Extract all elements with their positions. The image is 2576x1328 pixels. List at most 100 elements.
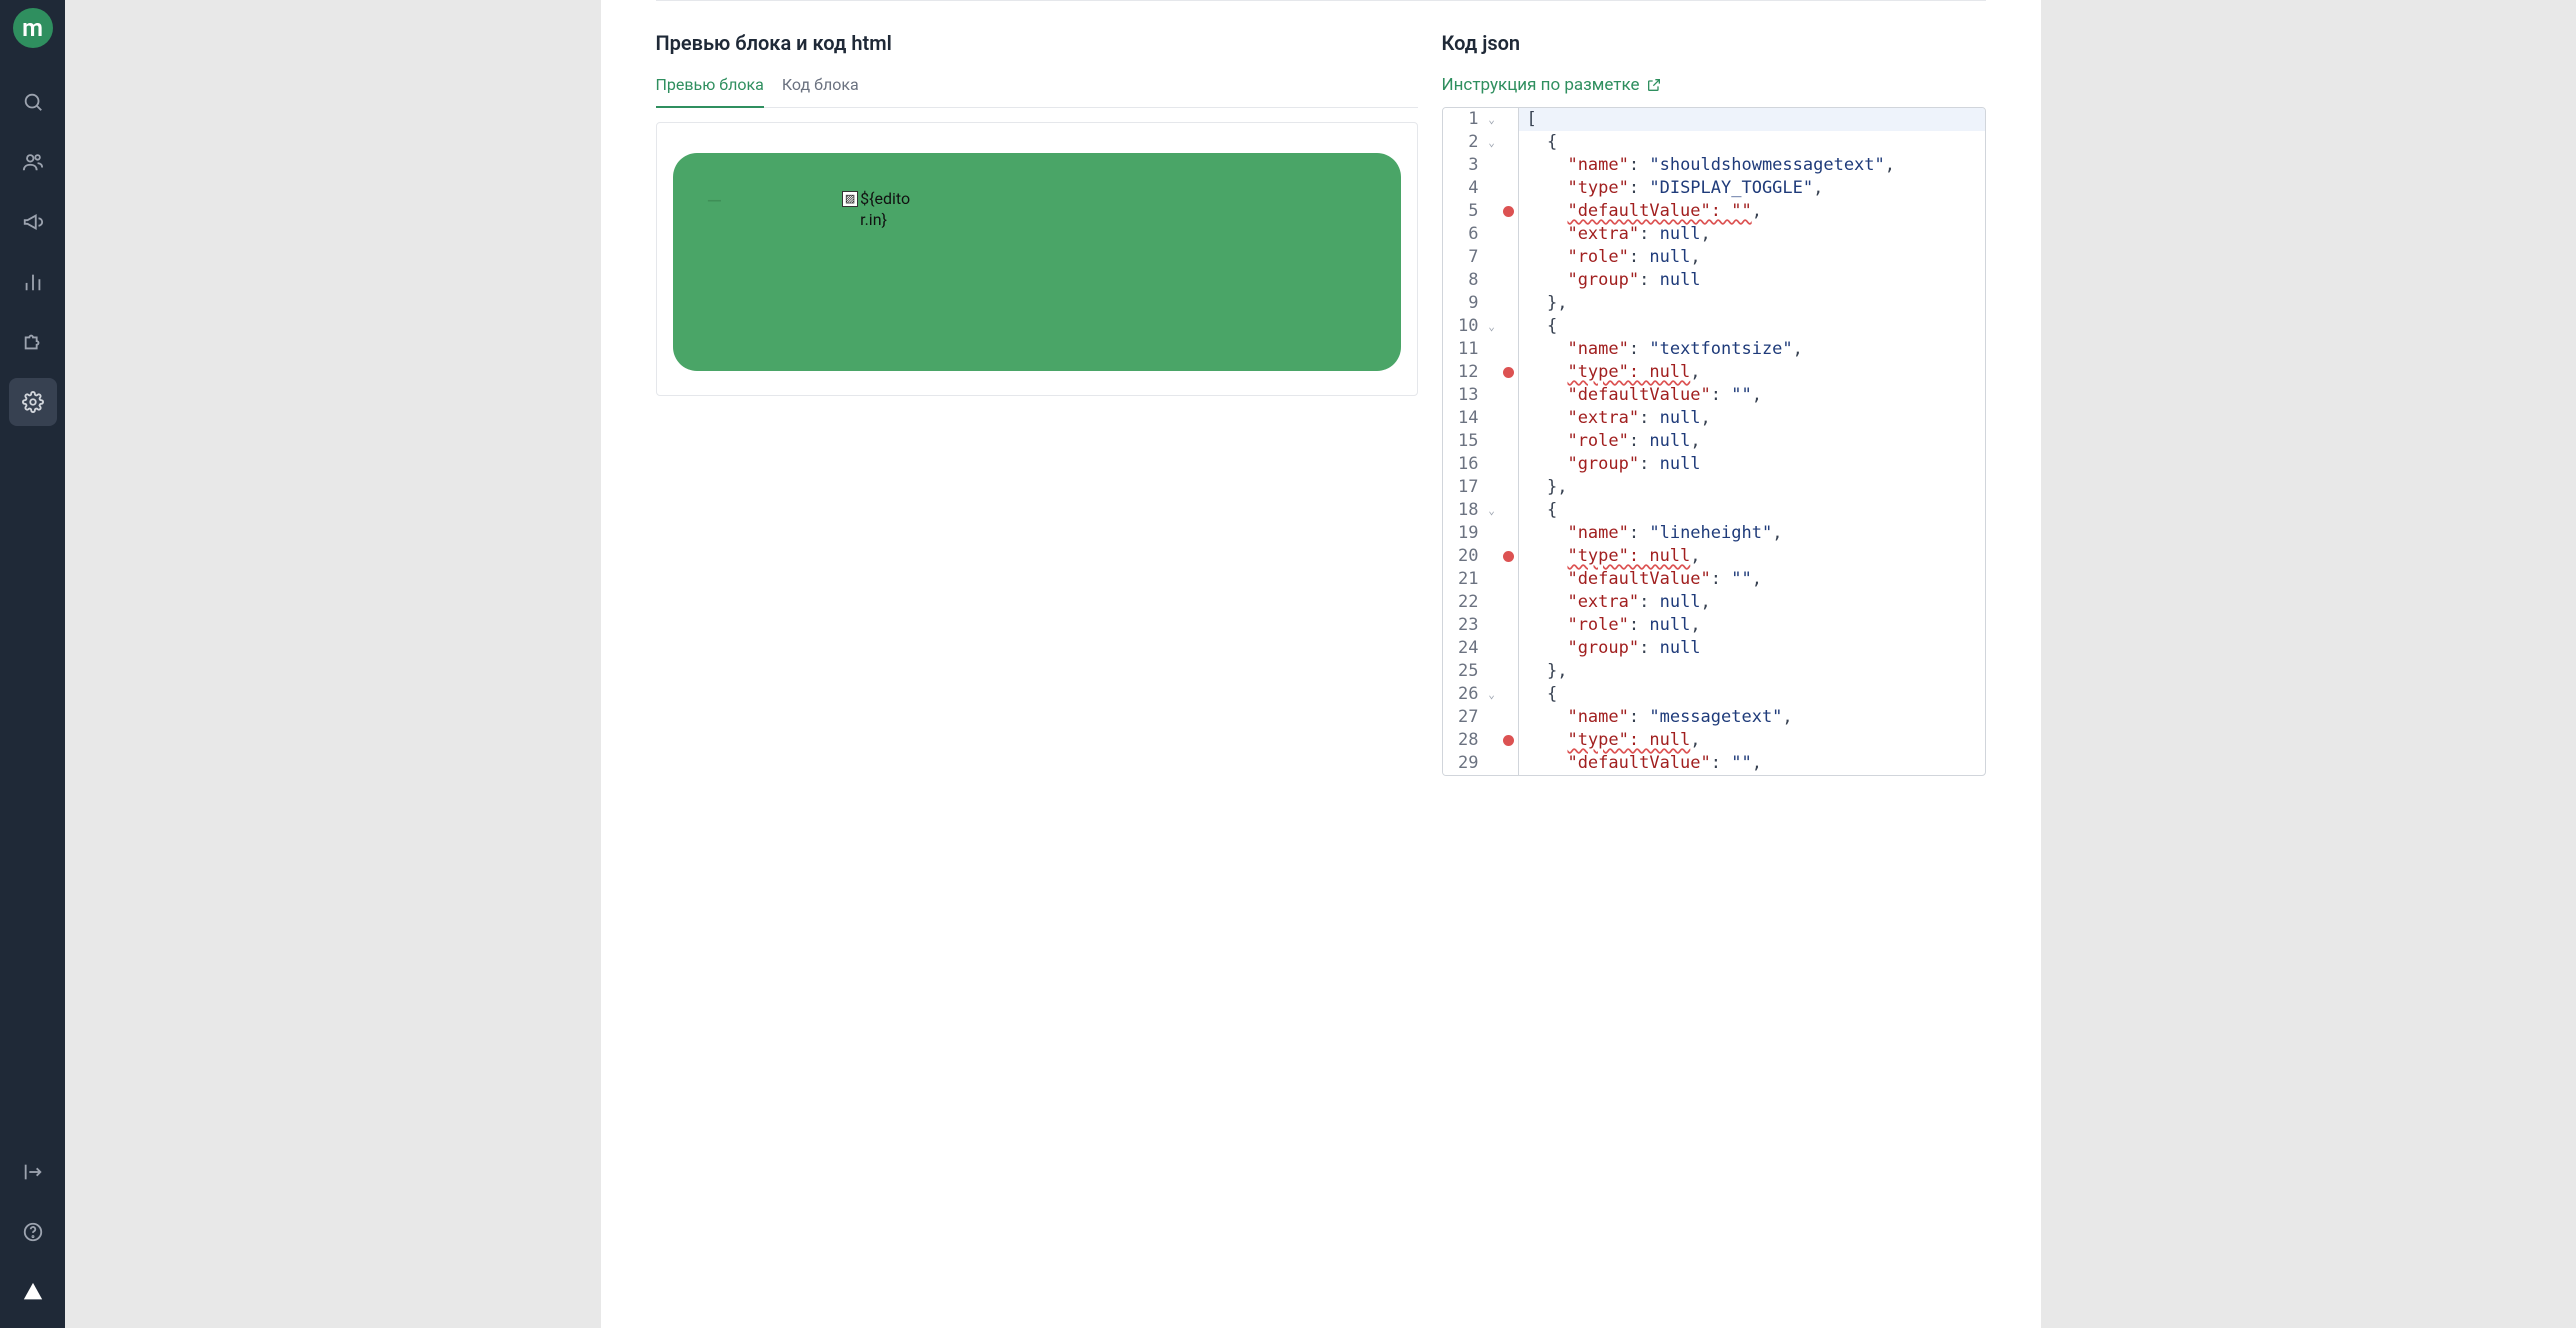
code-line[interactable]: 19 "name": "lineheight", xyxy=(1443,522,1985,545)
code-content[interactable]: "role": null, xyxy=(1519,246,1985,269)
code-line[interactable]: 20 "type": null, xyxy=(1443,545,1985,568)
line-number: 21 xyxy=(1443,568,1485,591)
code-content[interactable]: "defaultValue": "", xyxy=(1519,384,1985,407)
code-content[interactable]: { xyxy=(1519,315,1985,338)
line-number: 16 xyxy=(1443,453,1485,476)
code-content[interactable]: }, xyxy=(1519,476,1985,499)
code-content[interactable]: "name": "shouldshowmessagetext", xyxy=(1519,154,1985,177)
tab-preview[interactable]: Превью блока xyxy=(656,75,764,108)
fold-toggle-icon xyxy=(1485,752,1499,775)
nav-chart-icon[interactable] xyxy=(9,258,57,306)
nav-alert-icon[interactable] xyxy=(9,1268,57,1316)
code-line[interactable]: 8 "group": null xyxy=(1443,269,1985,292)
code-line[interactable]: 27 "name": "messagetext", xyxy=(1443,706,1985,729)
code-content[interactable]: "defaultValue": "", xyxy=(1519,752,1985,775)
code-line[interactable]: 13 "defaultValue": "", xyxy=(1443,384,1985,407)
code-line[interactable]: 15 "role": null, xyxy=(1443,430,1985,453)
code-line[interactable]: 22 "extra": null, xyxy=(1443,591,1985,614)
code-content[interactable]: "role": null, xyxy=(1519,614,1985,637)
code-content[interactable]: "defaultValue": "", xyxy=(1519,568,1985,591)
preview-tabs: Превью блока Код блока xyxy=(656,75,1418,108)
code-content[interactable]: "type": "DISPLAY_TOGGLE", xyxy=(1519,177,1985,200)
fold-toggle-icon[interactable]: ⌄ xyxy=(1485,315,1499,338)
fold-toggle-icon xyxy=(1485,706,1499,729)
fold-toggle-icon[interactable]: ⌄ xyxy=(1485,108,1499,131)
code-content[interactable]: "extra": null, xyxy=(1519,223,1985,246)
error-gutter xyxy=(1499,131,1519,154)
fold-toggle-icon xyxy=(1485,476,1499,499)
fold-toggle-icon xyxy=(1485,614,1499,637)
nav-help-icon[interactable] xyxy=(9,1208,57,1256)
nav-puzzle-icon[interactable] xyxy=(9,318,57,366)
code-line[interactable]: 25 }, xyxy=(1443,660,1985,683)
code-line[interactable]: 18⌄ { xyxy=(1443,499,1985,522)
json-code-editor[interactable]: 1⌄[2⌄ {3 "name": "shouldshowmessagetext"… xyxy=(1442,107,1986,776)
line-number: 26 xyxy=(1443,683,1485,706)
error-gutter xyxy=(1499,154,1519,177)
code-content[interactable]: "type": null, xyxy=(1519,545,1985,568)
code-line[interactable]: 16 "group": null xyxy=(1443,453,1985,476)
code-line[interactable]: 10⌄ { xyxy=(1443,315,1985,338)
nav-settings-icon[interactable] xyxy=(9,378,57,426)
error-gutter xyxy=(1499,384,1519,407)
code-line[interactable]: 26⌄ { xyxy=(1443,683,1985,706)
code-content[interactable]: }, xyxy=(1519,660,1985,683)
preview-section-title: Превью блока и код html xyxy=(656,31,1418,55)
code-content[interactable]: "name": "textfontsize", xyxy=(1519,338,1985,361)
nav-logout-icon[interactable] xyxy=(9,1148,57,1196)
code-line[interactable]: 28 "type": null, xyxy=(1443,729,1985,752)
code-line[interactable]: 4 "type": "DISPLAY_TOGGLE", xyxy=(1443,177,1985,200)
code-line[interactable]: 9 }, xyxy=(1443,292,1985,315)
code-line[interactable]: 17 }, xyxy=(1443,476,1985,499)
error-gutter xyxy=(1499,453,1519,476)
code-content[interactable]: "group": null xyxy=(1519,453,1985,476)
code-line[interactable]: 3 "name": "shouldshowmessagetext", xyxy=(1443,154,1985,177)
preview-dash: — xyxy=(707,189,723,213)
code-line[interactable]: 2⌄ { xyxy=(1443,131,1985,154)
fold-toggle-icon[interactable]: ⌄ xyxy=(1485,499,1499,522)
code-content[interactable]: "extra": null, xyxy=(1519,591,1985,614)
code-content[interactable]: { xyxy=(1519,131,1985,154)
code-line[interactable]: 5 "defaultValue": "", xyxy=(1443,200,1985,223)
fold-toggle-icon[interactable]: ⌄ xyxy=(1485,131,1499,154)
code-line[interactable]: 12 "type": null, xyxy=(1443,361,1985,384)
code-line[interactable]: 21 "defaultValue": "", xyxy=(1443,568,1985,591)
error-gutter xyxy=(1499,499,1519,522)
fold-toggle-icon xyxy=(1485,384,1499,407)
code-line[interactable]: 29 "defaultValue": "", xyxy=(1443,752,1985,775)
code-content[interactable]: "type": null, xyxy=(1519,729,1985,752)
fold-toggle-icon[interactable]: ⌄ xyxy=(1485,683,1499,706)
code-content[interactable]: }, xyxy=(1519,292,1985,315)
error-gutter xyxy=(1499,706,1519,729)
error-gutter xyxy=(1499,292,1519,315)
code-content[interactable]: { xyxy=(1519,683,1985,706)
code-content[interactable]: { xyxy=(1519,499,1985,522)
line-number: 11 xyxy=(1443,338,1485,361)
code-content[interactable]: "group": null xyxy=(1519,637,1985,660)
code-content[interactable]: "name": "lineheight", xyxy=(1519,522,1985,545)
nav-users-icon[interactable] xyxy=(9,138,57,186)
tab-code[interactable]: Код блока xyxy=(782,75,859,108)
code-line[interactable]: 1⌄[ xyxy=(1443,108,1985,131)
line-number: 3 xyxy=(1443,154,1485,177)
code-line[interactable]: 11 "name": "textfontsize", xyxy=(1443,338,1985,361)
nav-search-icon[interactable] xyxy=(9,78,57,126)
preview-image-placeholder: ▨ ${editor.in} xyxy=(842,189,918,231)
code-content[interactable]: "group": null xyxy=(1519,269,1985,292)
code-line[interactable]: 24 "group": null xyxy=(1443,637,1985,660)
code-content[interactable]: "defaultValue": "", xyxy=(1519,200,1985,223)
code-line[interactable]: 23 "role": null, xyxy=(1443,614,1985,637)
code-line[interactable]: 6 "extra": null, xyxy=(1443,223,1985,246)
instruction-link[interactable]: Инструкция по разметке xyxy=(1442,75,1662,95)
code-content[interactable]: "extra": null, xyxy=(1519,407,1985,430)
code-content[interactable]: [ xyxy=(1519,108,1985,131)
error-gutter xyxy=(1499,637,1519,660)
code-content[interactable]: "role": null, xyxy=(1519,430,1985,453)
code-content[interactable]: "name": "messagetext", xyxy=(1519,706,1985,729)
nav-megaphone-icon[interactable] xyxy=(9,198,57,246)
error-gutter xyxy=(1499,522,1519,545)
code-line[interactable]: 7 "role": null, xyxy=(1443,246,1985,269)
code-line[interactable]: 14 "extra": null, xyxy=(1443,407,1985,430)
code-content[interactable]: "type": null, xyxy=(1519,361,1985,384)
app-logo[interactable]: m xyxy=(13,8,53,48)
